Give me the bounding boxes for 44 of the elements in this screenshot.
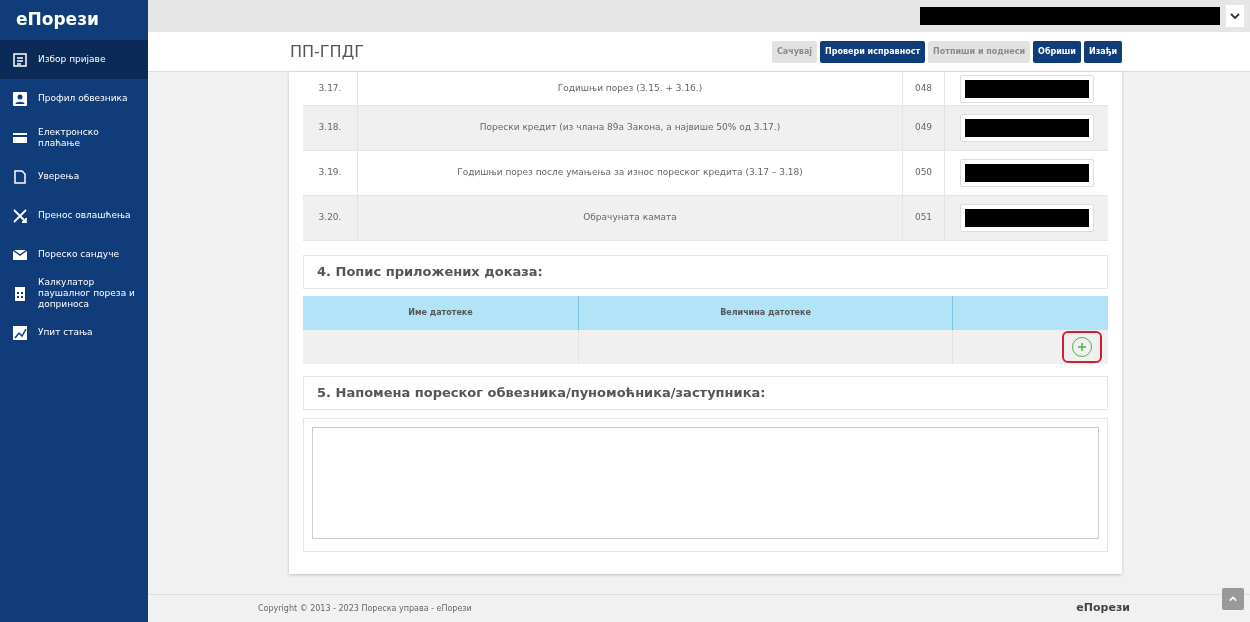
copyright-text: Copyright © 2013 - 2023 Пореска управа - еПорези — [258, 602, 472, 615]
toolbar-button[interactable]: Изађи — [1083, 40, 1122, 63]
calculator-icon — [12, 285, 28, 302]
caret-icon — [1230, 11, 1240, 21]
toolbar-button[interactable]: Провери исправност — [820, 40, 926, 63]
row-code: 051 — [903, 196, 945, 240]
note-field[interactable] — [312, 427, 1099, 539]
row-code: 048 — [903, 72, 945, 105]
shuffle-icon — [12, 207, 28, 224]
section-header: 5. Напомена пореског обвезника/пуномоћника/заступника: — [303, 376, 1108, 410]
form-title: ПП-ГПДГ — [290, 40, 364, 63]
sidebar-item[interactable]: Пренос овлашћења — [0, 196, 148, 235]
chart-icon — [12, 324, 28, 341]
input-field[interactable] — [959, 204, 1094, 232]
input-field[interactable] — [959, 159, 1094, 187]
logo: еПорези — [15, 8, 100, 32]
row-number: 3.20. — [317, 211, 343, 225]
input-field[interactable] — [959, 114, 1094, 142]
document-icon — [12, 168, 28, 185]
row-code: 050 — [903, 151, 945, 195]
caret-icon — [1229, 595, 1237, 603]
row-number: 3.17. — [317, 81, 343, 95]
row-description: Годишњи порез после умањења за износ пореског кредита (3.17 – 3.18) — [357, 151, 903, 195]
row-description: Годишњи порез (3.15. + 3.16.) — [357, 72, 903, 105]
sidebar-item[interactable]: Пореско сандуче — [0, 235, 148, 274]
toolbar-button[interactable]: Обриши — [1033, 40, 1081, 63]
sidebar-item[interactable]: Калкулатор паушалног пореза и доприноса — [0, 274, 148, 313]
section-header: 4. Попис приложених доказа: — [303, 255, 1108, 289]
form-icon — [12, 51, 28, 68]
sidebar-item[interactable]: Избор пријаве — [0, 40, 148, 79]
sidebar-item[interactable]: Електронско плаћање — [0, 118, 148, 157]
scroll-up-button[interactable] — [1222, 588, 1244, 610]
input-field[interactable] — [959, 74, 1094, 103]
row-description: Обрачуната камата — [357, 196, 903, 240]
row-number: 3.18. — [317, 121, 343, 135]
user-icon — [12, 90, 28, 107]
sidebar-item[interactable]: Уверења — [0, 157, 148, 196]
row-code: 049 — [903, 106, 945, 150]
sidebar-item[interactable]: Профил обвезника — [0, 79, 148, 118]
sidebar-item[interactable]: Упит стања — [0, 313, 148, 352]
footer-logo: еПорези — [1076, 600, 1130, 617]
row-number: 3.19. — [317, 166, 343, 180]
dropdown-button[interactable] — [1226, 5, 1244, 27]
row-description: Порески кредит (из члана 89а Закона, а највише 50% од 3.17.) — [357, 106, 903, 150]
